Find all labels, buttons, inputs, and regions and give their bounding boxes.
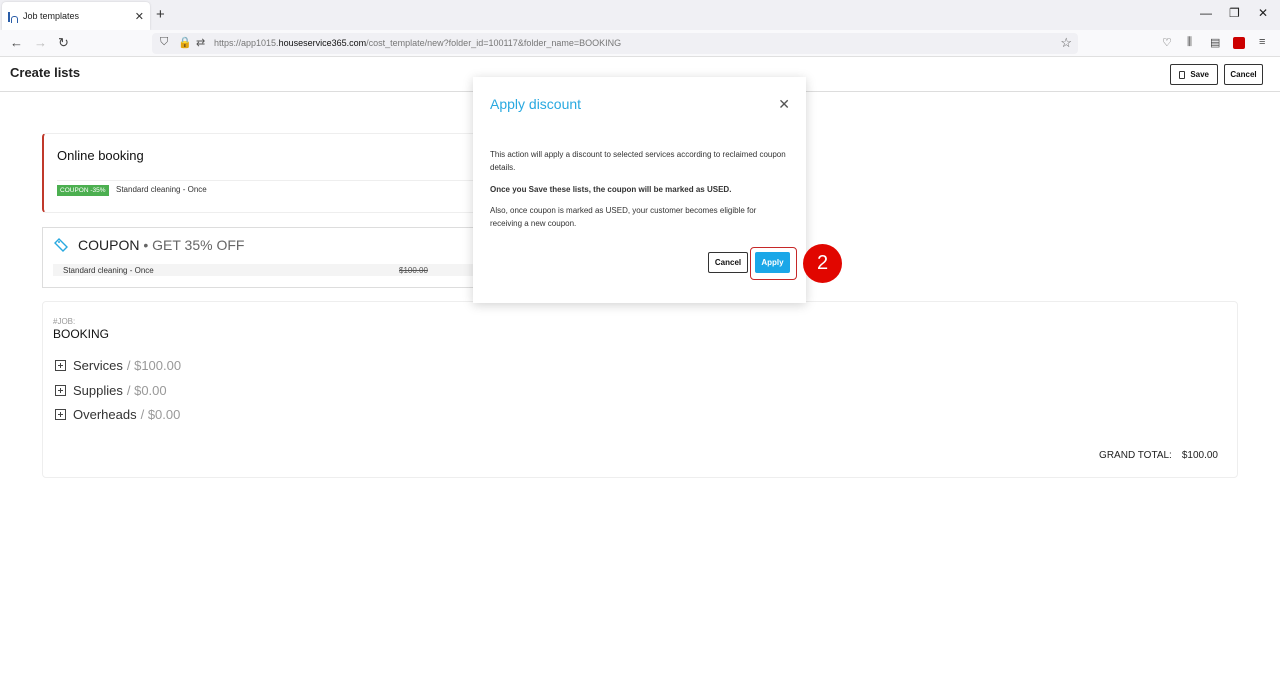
coupon-card: COUPON • GET 35% OFF Standard cleaning -… <box>42 227 502 288</box>
window-close-icon[interactable]: ✕ <box>1258 6 1268 20</box>
url-bar[interactable]: ⛉ 🔒 ⇄ https://app1015.houseservice365.co… <box>152 33 1078 54</box>
expand-plus-icon[interactable] <box>55 409 66 420</box>
modal-title: Apply discount <box>490 96 582 112</box>
library-icon[interactable]: ⫼ <box>1187 36 1192 49</box>
shield-icon[interactable]: ⛉ <box>160 36 168 49</box>
cancel-button[interactable]: Cancel <box>1224 64 1263 85</box>
pdf-extension-icon[interactable] <box>1233 37 1245 49</box>
url-text[interactable]: https://app1015.houseservice365.com/cost… <box>214 38 621 48</box>
permissions-icon[interactable]: ⇄ <box>196 36 205 49</box>
back-icon[interactable]: ← <box>10 35 23 50</box>
modal-text-3: Also, once coupon is marked as USED, you… <box>490 206 757 228</box>
menu-icon[interactable]: ≡ <box>1259 36 1265 48</box>
tab-title: Job templates <box>23 11 80 21</box>
browser-nav-bar: ← → ↻ ⛉ 🔒 ⇄ https://app1015.houseservice… <box>0 30 1280 57</box>
lock-icon[interactable]: 🔒 <box>178 36 192 49</box>
modal-close-icon[interactable]: ✕ <box>778 96 790 113</box>
coupon-original-price: $100.00 <box>399 266 428 275</box>
bookmark-star-icon[interactable]: ☆ <box>1060 35 1072 51</box>
grand-total: GRAND TOTAL: $100.00 <box>1099 450 1218 461</box>
overheads-section[interactable]: Overheads / $0.00 <box>55 407 180 422</box>
forward-icon[interactable]: → <box>34 35 47 50</box>
save-button[interactable]: Save <box>1170 64 1218 85</box>
expand-plus-icon[interactable] <box>55 385 66 396</box>
page-title: Create lists <box>10 65 81 80</box>
online-booking-card: Online booking COUPON -35% Standard clea… <box>42 133 502 213</box>
modal-text-2: Once you Save these lists, the coupon wi… <box>490 185 732 194</box>
job-name: BOOKING <box>53 327 110 341</box>
browser-tab[interactable]: Job templates ✕ <box>2 2 150 30</box>
restore-icon[interactable]: ❐ <box>1229 6 1240 20</box>
coupon-badge: COUPON -35% <box>57 185 109 196</box>
job-card: #JOB: BOOKING Services / $100.00 Supplies… <box>42 301 1238 478</box>
online-booking-title: Online booking <box>57 148 144 163</box>
divider <box>57 180 501 181</box>
tab-close-icon[interactable]: ✕ <box>135 10 144 23</box>
reload-icon[interactable]: ↻ <box>58 35 69 51</box>
site-favicon-icon <box>8 11 18 23</box>
modal-text-1: This action will apply a discount to sel… <box>490 150 786 172</box>
sidebar-icon[interactable]: ▤ <box>1210 36 1220 49</box>
minimize-icon[interactable]: — <box>1200 6 1212 20</box>
coupon-service-name: Standard cleaning - Once <box>63 266 154 275</box>
booking-service-label: Standard cleaning - Once <box>116 185 207 194</box>
pocket-icon[interactable]: ♡ <box>1162 36 1172 49</box>
expand-plus-icon[interactable] <box>55 360 66 371</box>
apply-highlight-box <box>750 247 797 280</box>
coupon-heading: COUPON • GET 35% OFF <box>78 237 245 253</box>
services-section[interactable]: Services / $100.00 <box>55 358 181 373</box>
coupon-tag-icon <box>54 238 68 252</box>
modal-cancel-button[interactable]: Cancel <box>708 252 748 273</box>
supplies-section[interactable]: Supplies / $0.00 <box>55 383 167 398</box>
job-label: #JOB: <box>53 317 76 326</box>
browser-tab-bar: Job templates ✕ + — ❐ ✕ <box>0 0 1280 30</box>
step-number-badge: 2 <box>803 244 842 283</box>
coupon-service-row: Standard cleaning - Once $100.00 <box>53 264 501 276</box>
new-tab-icon[interactable]: + <box>156 6 165 23</box>
save-icon <box>1179 70 1186 79</box>
